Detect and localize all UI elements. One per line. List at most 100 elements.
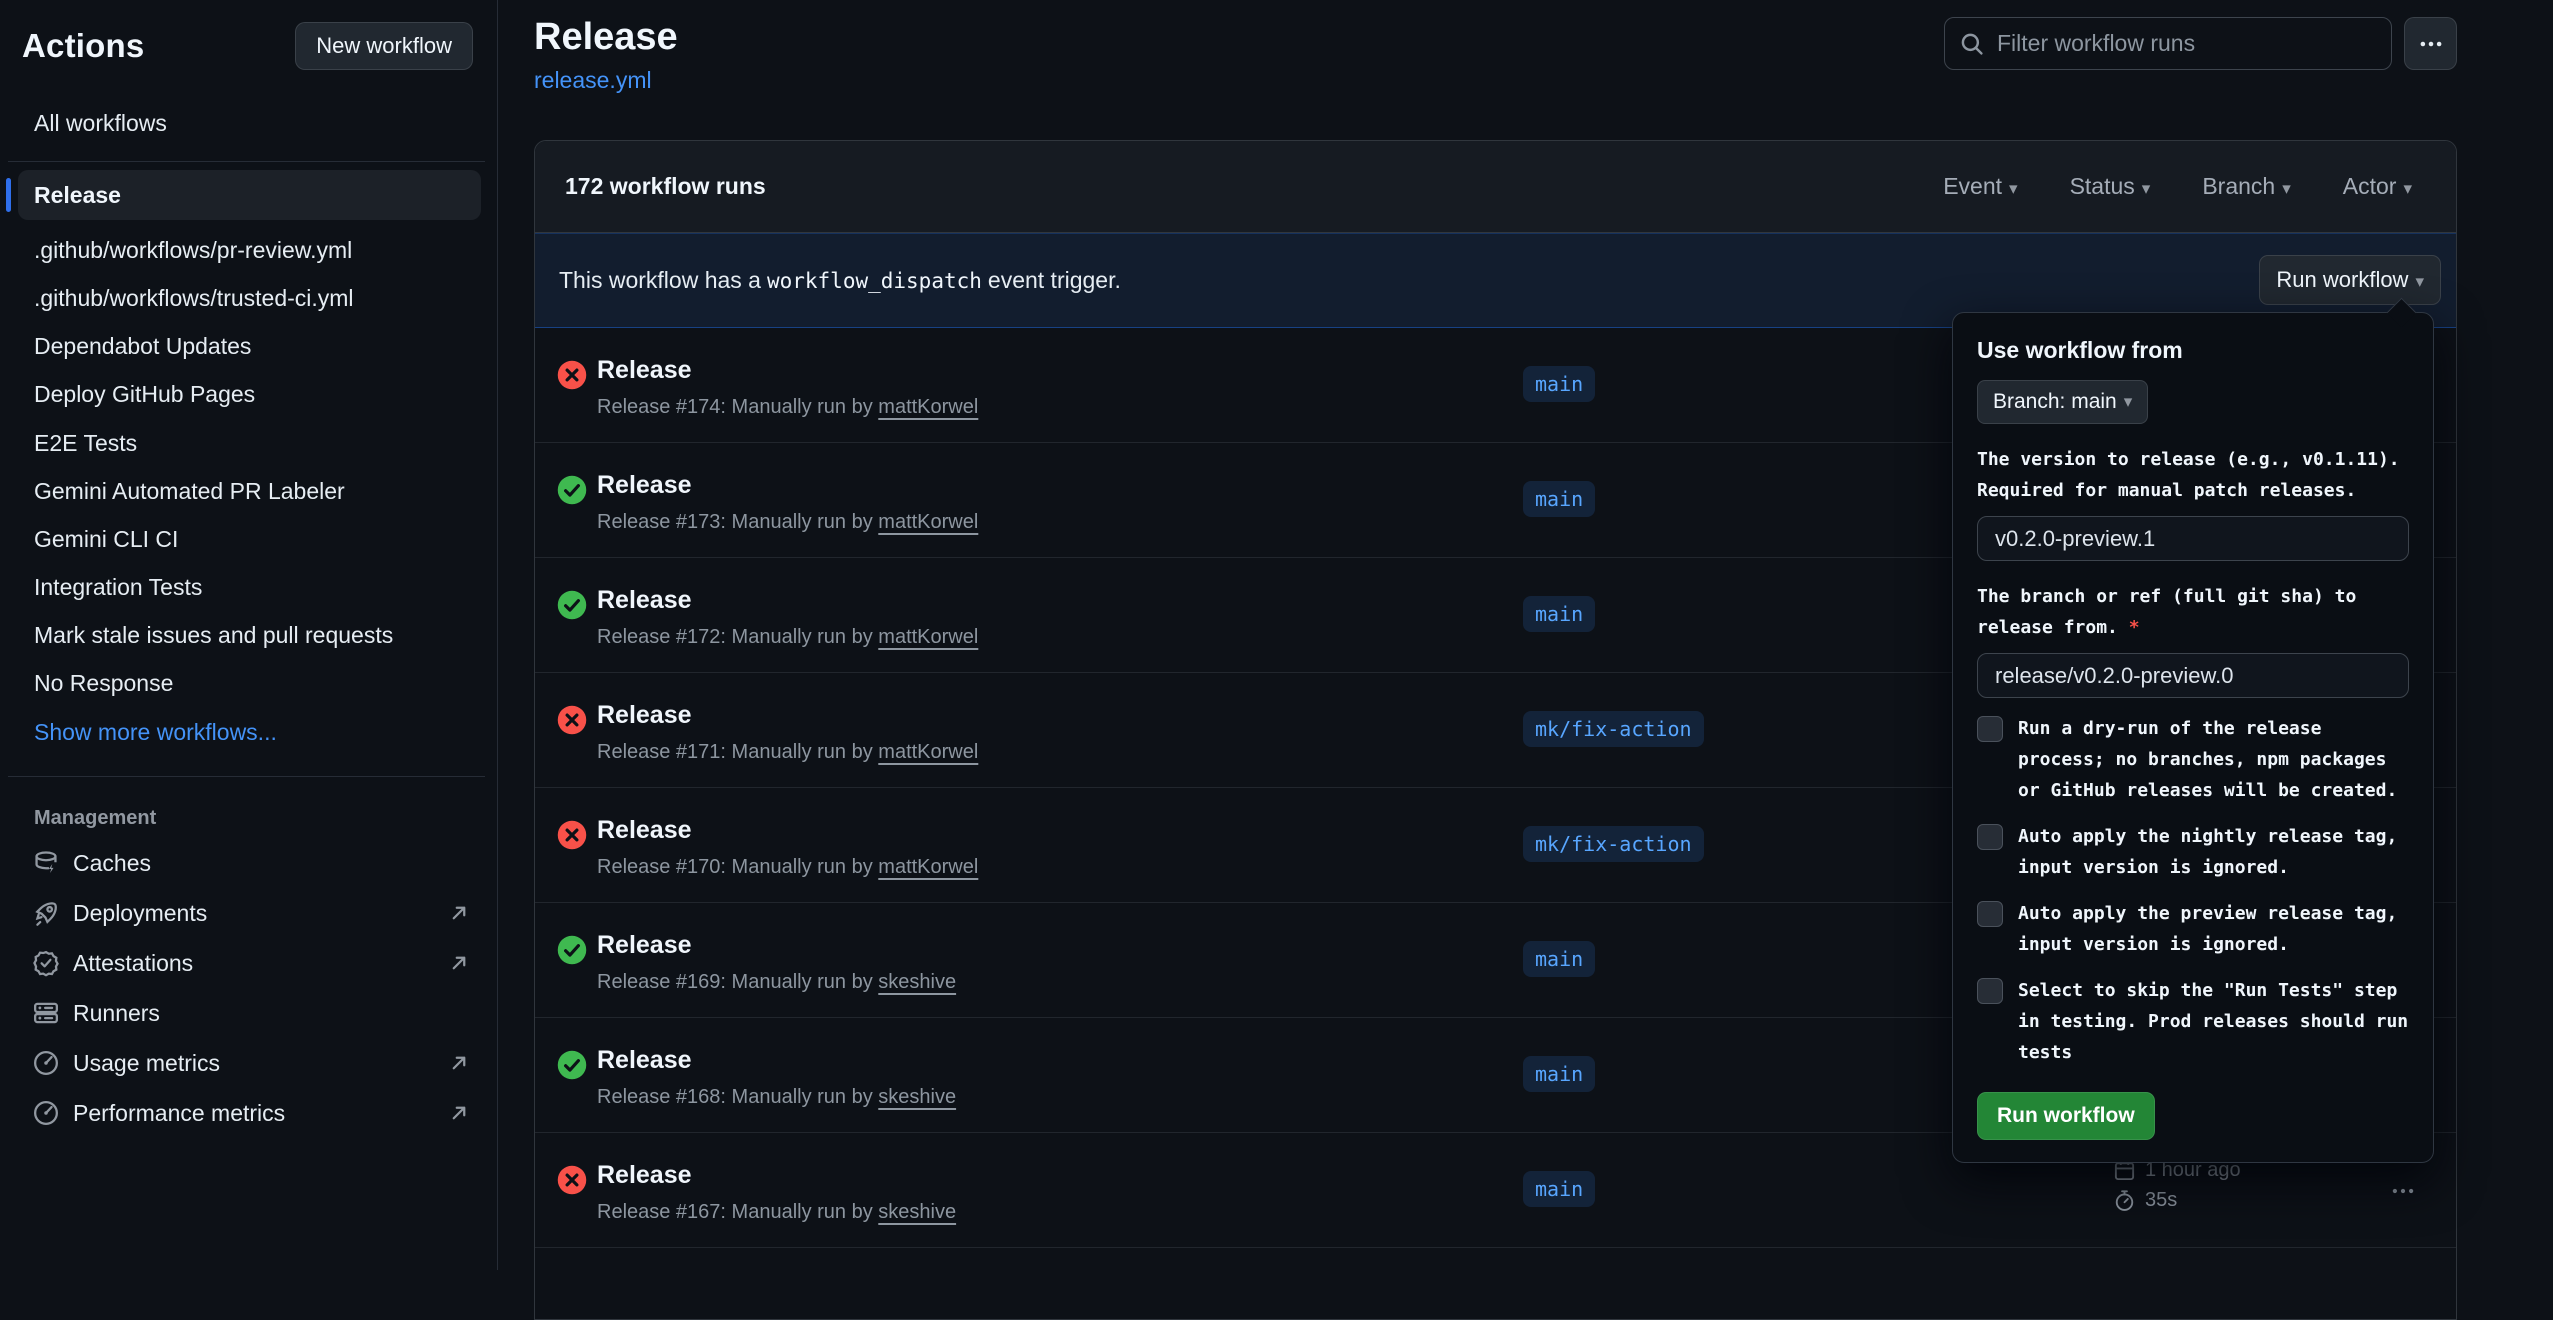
sidebar-item-workflow[interactable]: .github/workflows/trusted-ci.yml: [0, 274, 497, 322]
sidebar-item-deployments[interactable]: Deployments: [0, 888, 497, 938]
sidebar-item-label: Deployments: [73, 900, 447, 927]
run-options-kebab-button[interactable]: [2383, 1177, 2423, 1205]
show-more-workflows-link[interactable]: Show more workflows...: [0, 707, 497, 758]
run-title-link[interactable]: Release: [597, 356, 692, 385]
success-status-icon: [557, 935, 587, 965]
required-asterisk: *: [2129, 617, 2140, 638]
actor-link[interactable]: skeshive: [878, 1201, 956, 1223]
sidebar-item-workflow[interactable]: Integration Tests: [0, 563, 497, 611]
run-title-link[interactable]: Release: [597, 931, 692, 960]
workflow-file-link[interactable]: release.yml: [534, 67, 652, 94]
sidebar-item-runners[interactable]: Runners: [0, 988, 497, 1038]
preview-tag-option: Auto apply the preview release tag, inpu…: [1977, 898, 2409, 960]
chevron-down-icon: ▾: [2282, 179, 2291, 198]
actor-link[interactable]: mattKorwel: [878, 626, 978, 648]
run-workflow-panel: Use workflow from Branch: main▾ The vers…: [1952, 312, 2434, 1163]
sidebar-item-workflow[interactable]: No Response: [0, 659, 497, 707]
run-title-link[interactable]: Release: [597, 471, 692, 500]
run-title-link[interactable]: Release: [597, 586, 692, 615]
preview-tag-checkbox[interactable]: [1977, 901, 2003, 927]
run-description: Release #168: Manually run by skeshive: [597, 1086, 956, 1109]
version-field-description: The version to release (e.g., v0.1.11). …: [1977, 444, 2409, 506]
sidebar-item-usage-metrics[interactable]: Usage metrics: [0, 1038, 497, 1088]
filter-workflow-runs-box[interactable]: [1944, 17, 2392, 70]
sidebar-item-workflow[interactable]: Mark stale issues and pull requests: [0, 611, 497, 659]
branch-badge[interactable]: main: [1523, 1171, 1595, 1207]
new-workflow-button[interactable]: New workflow: [295, 22, 473, 70]
nightly-tag-checkbox[interactable]: [1977, 824, 2003, 850]
workflow-dispatch-code: workflow_dispatch: [761, 269, 988, 293]
branch-badge[interactable]: main: [1523, 596, 1595, 632]
run-description: Release #171: Manually run by mattKorwel: [597, 741, 978, 764]
run-workflow-dropdown-button[interactable]: Run workflow▾: [2259, 255, 2441, 305]
management-list: Caches Deployments: [0, 838, 497, 1138]
run-title-link[interactable]: Release: [597, 1046, 692, 1075]
branch-badge[interactable]: main: [1523, 481, 1595, 517]
meter-icon: [32, 1049, 60, 1077]
sidebar-item-workflow[interactable]: E2E Tests: [0, 419, 497, 467]
sidebar-item-caches[interactable]: Caches: [0, 838, 497, 888]
sidebar-item-workflow[interactable]: Gemini Automated PR Labeler: [0, 467, 497, 515]
search-icon: [1959, 31, 1985, 57]
branch-badge[interactable]: mk/fix-action: [1523, 826, 1704, 862]
actor-link[interactable]: skeshive: [878, 971, 956, 993]
cache-icon: [32, 849, 60, 877]
search-input[interactable]: [1997, 30, 2377, 57]
branch-badge[interactable]: main: [1523, 366, 1595, 402]
actor-link[interactable]: mattKorwel: [878, 741, 978, 763]
external-link-icon: [447, 1101, 471, 1125]
run-title-link[interactable]: Release: [597, 701, 692, 730]
actor-link[interactable]: mattKorwel: [878, 856, 978, 878]
chevron-down-icon: ▾: [2142, 179, 2151, 198]
sidebar-item-label: Runners: [73, 1000, 471, 1027]
sidebar-item-workflow[interactable]: .github/workflows/pr-review.yml: [0, 226, 497, 274]
external-link-icon: [447, 901, 471, 925]
server-icon: [32, 999, 60, 1027]
run-workflow-submit-button[interactable]: Run workflow: [1977, 1092, 2155, 1140]
external-link-icon: [447, 1051, 471, 1075]
success-status-icon: [557, 1050, 587, 1080]
run-title-link[interactable]: Release: [597, 1161, 692, 1190]
sidebar-title: Actions: [22, 27, 144, 65]
run-description: Release #174: Manually run by mattKorwel: [597, 396, 978, 419]
management-heading: Management: [0, 791, 497, 838]
actor-link[interactable]: mattKorwel: [878, 396, 978, 418]
branch-badge[interactable]: mk/fix-action: [1523, 711, 1704, 747]
filter-status-dropdown[interactable]: Status▾: [2070, 173, 2151, 200]
sidebar-item-workflow[interactable]: Deploy GitHub Pages: [0, 370, 497, 418]
nightly-tag-option: Auto apply the nightly release tag, inpu…: [1977, 821, 2409, 883]
skip-tests-checkbox[interactable]: [1977, 978, 2003, 1004]
chevron-down-icon: ▾: [2009, 179, 2018, 198]
chevron-down-icon: ▾: [2403, 179, 2412, 198]
branch-badge[interactable]: main: [1523, 941, 1595, 977]
filter-branch-dropdown[interactable]: Branch▾: [2202, 173, 2290, 200]
checkbox-label: Auto apply the nightly release tag, inpu…: [2018, 821, 2409, 883]
skip-tests-option: Select to skip the "Run Tests" step in t…: [1977, 975, 2409, 1068]
branch-badge[interactable]: main: [1523, 1056, 1595, 1092]
page-header: Release release.yml: [534, 16, 678, 94]
actor-link[interactable]: skeshive: [878, 1086, 956, 1108]
failed-status-icon: [557, 820, 587, 850]
selected-accent-bar: [6, 178, 11, 212]
sidebar-item-attestations[interactable]: Attestations: [0, 938, 497, 988]
filter-event-dropdown[interactable]: Event▾: [1943, 173, 2017, 200]
sidebar-item-performance-metrics[interactable]: Performance metrics: [0, 1088, 497, 1138]
actor-link[interactable]: mattKorwel: [878, 511, 978, 533]
filter-actor-dropdown[interactable]: Actor▾: [2343, 173, 2412, 200]
branch-selector-button[interactable]: Branch: main▾: [1977, 380, 2148, 424]
version-input[interactable]: [1977, 516, 2409, 561]
dry-run-checkbox[interactable]: [1977, 716, 2003, 742]
sidebar-divider: [8, 161, 485, 162]
sidebar-item-label: Release: [34, 182, 121, 209]
sidebar-item-label: Usage metrics: [73, 1050, 447, 1077]
sidebar-item-workflow[interactable]: Gemini CLI CI: [0, 515, 497, 563]
run-duration: 35s: [2145, 1189, 2177, 1212]
workflow-options-kebab-button[interactable]: [2404, 17, 2457, 70]
external-link-icon: [447, 951, 471, 975]
stopwatch-icon: [2113, 1189, 2145, 1212]
ref-input[interactable]: [1977, 653, 2409, 698]
sidebar-item-workflow[interactable]: Dependabot Updates: [0, 322, 497, 370]
sidebar-item-release-selected[interactable]: Release: [18, 170, 481, 220]
sidebar-item-all-workflows[interactable]: All workflows: [0, 70, 497, 137]
run-title-link[interactable]: Release: [597, 816, 692, 845]
